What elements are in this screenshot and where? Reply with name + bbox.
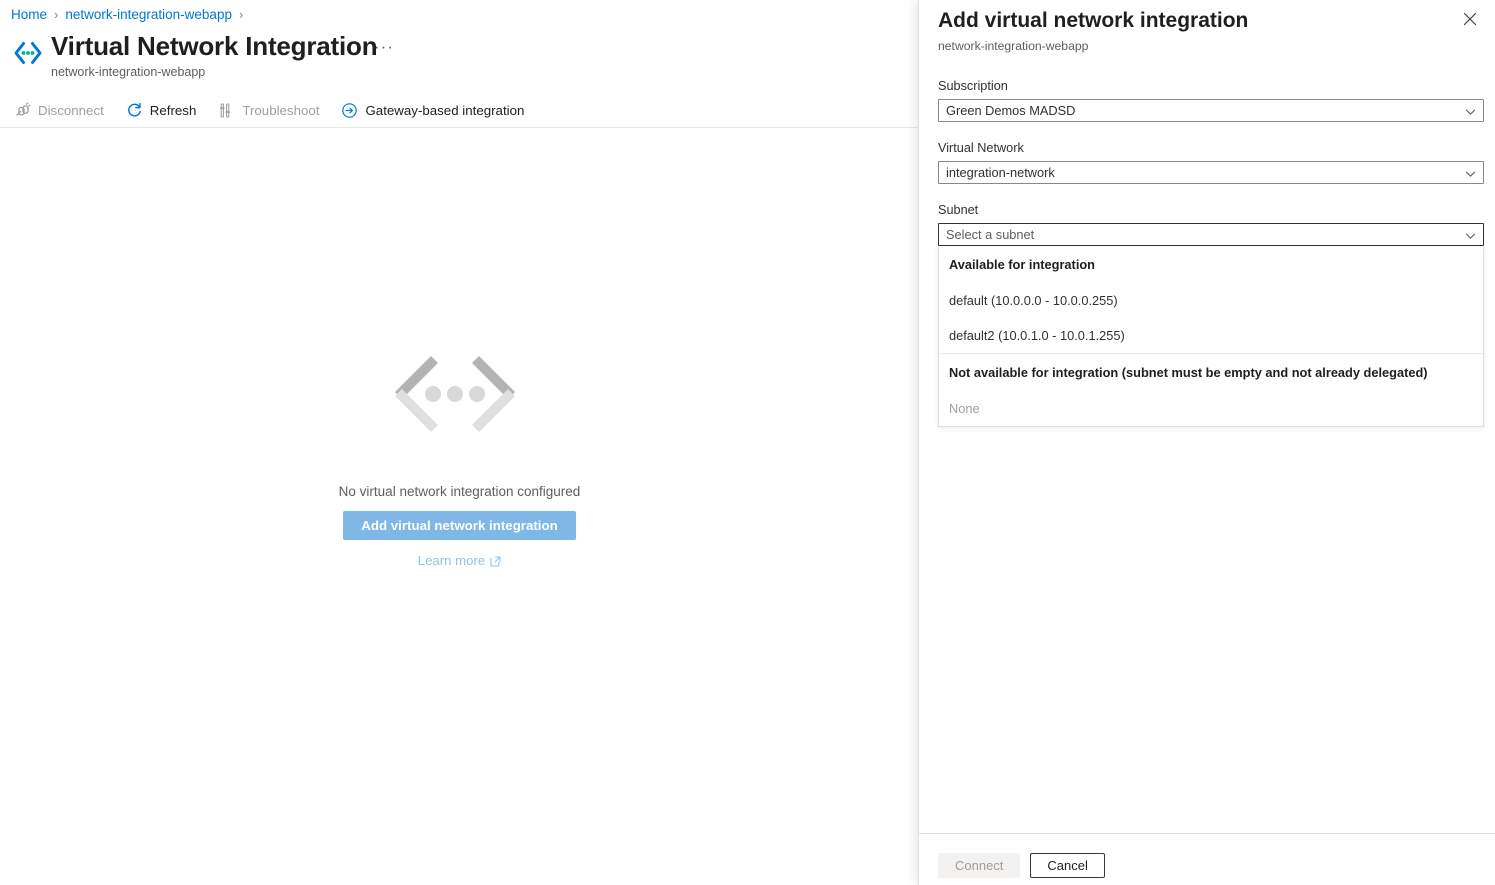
toolbar-gateway-based-integration-button[interactable]: Gateway-based integration bbox=[341, 99, 534, 122]
field-spacer-2 bbox=[938, 184, 1485, 202]
blade-toolbar: Disconnect Refresh Troubleshoot Gateway-… bbox=[14, 99, 546, 122]
toolbar-divider bbox=[0, 127, 919, 128]
toolbar-disconnect-button[interactable]: Disconnect bbox=[14, 99, 114, 122]
empty-state-message: No virtual network integration configure… bbox=[338, 484, 581, 499]
breadcrumb: Home › network-integration-webapp › bbox=[11, 6, 243, 24]
disconnect-icon bbox=[14, 102, 31, 119]
arrow-circle-right-icon bbox=[341, 102, 358, 119]
empty-state: No virtual network integration configure… bbox=[0, 340, 919, 568]
subnet-option-default2[interactable]: default2 (10.0.1.0 - 10.0.1.255) bbox=[939, 318, 1483, 353]
breadcrumb-item-webapp[interactable]: network-integration-webapp bbox=[65, 6, 232, 24]
toolbar-disconnect-label: Disconnect bbox=[38, 103, 104, 118]
toolbar-troubleshoot-label: Troubleshoot bbox=[242, 103, 320, 118]
panel-footer: Connect Cancel bbox=[938, 853, 1105, 878]
more-actions-button[interactable]: ··· bbox=[374, 38, 394, 55]
subnet-group-available-header: Available for integration bbox=[949, 257, 1096, 272]
subnet-dropdown-list: Available for integration default (10.0.… bbox=[938, 246, 1484, 427]
virtual-network-label: Virtual Network bbox=[938, 141, 1024, 155]
subnet-select[interactable]: Select a subnet bbox=[938, 223, 1484, 246]
connect-button[interactable]: Connect bbox=[938, 853, 1021, 878]
toolbar-gateway-based-integration-label: Gateway-based integration bbox=[365, 103, 525, 118]
breadcrumb-separator-icon: › bbox=[54, 7, 59, 22]
toolbar-troubleshoot-button[interactable]: Troubleshoot bbox=[218, 99, 329, 122]
subscription-select[interactable]: Green Demos MADSD bbox=[938, 99, 1484, 122]
chevron-down-icon bbox=[1465, 167, 1476, 178]
subnet-group-not-available-header: Not available for integration (subnet mu… bbox=[949, 365, 1428, 380]
breadcrumb-separator-icon-2: › bbox=[238, 7, 244, 22]
toolbar-refresh-label: Refresh bbox=[149, 103, 197, 118]
learn-more-label: Learn more bbox=[417, 553, 486, 568]
page-title: Virtual Network Integration bbox=[51, 31, 378, 61]
external-link-icon bbox=[490, 555, 501, 567]
chevron-down-icon bbox=[1465, 105, 1476, 116]
chevron-dots-icon bbox=[375, 340, 535, 450]
virtual-network-integration-icon bbox=[11, 36, 45, 70]
add-virtual-network-integration-panel: Add virtual network integration network-… bbox=[918, 0, 1495, 885]
panel-title: Add virtual network integration bbox=[938, 9, 1249, 32]
troubleshoot-icon bbox=[218, 102, 235, 119]
subnet-label: Subnet bbox=[938, 203, 979, 217]
add-virtual-network-integration-button[interactable]: Add virtual network integration bbox=[343, 511, 576, 540]
field-spacer bbox=[938, 122, 1485, 140]
panel-form: Subscription Green Demos MADSD Virtual N… bbox=[938, 78, 1485, 427]
close-panel-button[interactable] bbox=[1458, 9, 1482, 33]
subnet-placeholder: Select a subnet bbox=[946, 227, 1035, 242]
subnet-option-default[interactable]: default (10.0.0.0 - 10.0.0.255) bbox=[939, 283, 1483, 318]
virtual-network-integration-blade: Home › network-integration-webapp › Virt… bbox=[0, 0, 919, 885]
blade-header: Virtual Network Integration network-inte… bbox=[11, 30, 378, 80]
virtual-network-select[interactable]: integration-network bbox=[938, 161, 1484, 184]
panel-subtitle: network-integration-webapp bbox=[938, 39, 1089, 53]
chevron-down-icon bbox=[1465, 229, 1476, 240]
subscription-label: Subscription bbox=[938, 79, 1008, 93]
page-subtitle: network-integration-webapp bbox=[51, 65, 206, 79]
learn-more-link[interactable]: Learn more bbox=[418, 553, 501, 568]
toolbar-refresh-button[interactable]: Refresh bbox=[126, 99, 207, 122]
virtual-network-value: integration-network bbox=[946, 165, 1055, 180]
breadcrumb-item-home[interactable]: Home bbox=[11, 6, 47, 24]
azure-portal-screen: Home › network-integration-webapp › Virt… bbox=[0, 0, 1495, 885]
panel-footer-divider bbox=[919, 833, 1495, 834]
cancel-button[interactable]: Cancel bbox=[1030, 853, 1105, 878]
subscription-value: Green Demos MADSD bbox=[946, 103, 1076, 118]
close-icon bbox=[1463, 12, 1477, 31]
subnet-option-none: None bbox=[949, 401, 980, 416]
refresh-icon bbox=[126, 102, 143, 119]
